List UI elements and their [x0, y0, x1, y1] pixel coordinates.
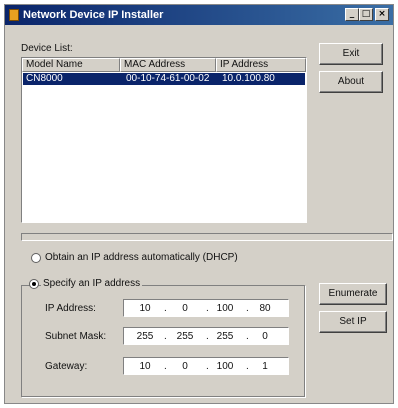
- radio-selected-dot: [32, 282, 36, 286]
- subnet-octet-4[interactable]: 0: [250, 330, 280, 343]
- device-row[interactable]: CN8000 00-10-74-61-00-02 10.0.100.80: [23, 73, 305, 85]
- close-button[interactable]: ×: [375, 8, 389, 21]
- subnet-octet-3[interactable]: 255: [210, 330, 240, 343]
- progress-bar: [21, 233, 393, 241]
- gateway-octet-3[interactable]: 100: [210, 360, 240, 373]
- device-list[interactable]: Model Name MAC Address IP Address CN8000…: [21, 57, 307, 223]
- ip-separator: .: [164, 361, 167, 372]
- device-ip: 10.0.100.80: [222, 73, 275, 84]
- ip-octet-3[interactable]: 100: [210, 302, 240, 315]
- column-model-name[interactable]: Model Name: [22, 58, 120, 72]
- ip-separator: .: [164, 303, 167, 314]
- ip-separator: .: [206, 331, 209, 342]
- device-list-label: Device List:: [21, 43, 73, 54]
- gateway-octet-4[interactable]: 1: [250, 360, 280, 373]
- device-mac: 00-10-74-61-00-02: [126, 73, 210, 84]
- column-mac-address[interactable]: MAC Address: [120, 58, 216, 72]
- dhcp-radio[interactable]: [31, 253, 41, 263]
- gateway-field[interactable]: 10 . 0 . 100 . 1: [123, 357, 289, 375]
- window-title: Network Device IP Installer: [23, 9, 164, 21]
- subnet-octet-1[interactable]: 255: [130, 330, 160, 343]
- device-list-header: Model Name MAC Address IP Address: [22, 58, 306, 72]
- exit-button[interactable]: Exit: [319, 43, 383, 65]
- gateway-octet-2[interactable]: 0: [170, 360, 200, 373]
- ip-separator: .: [246, 331, 249, 342]
- ip-octet-2[interactable]: 0: [170, 302, 200, 315]
- about-button[interactable]: About: [319, 71, 383, 93]
- ip-separator: .: [206, 303, 209, 314]
- dhcp-label[interactable]: Obtain an IP address automatically (DHCP…: [45, 252, 238, 263]
- static-ip-radio[interactable]: [29, 279, 39, 289]
- ip-address-label: IP Address:: [45, 303, 96, 314]
- subnet-mask-field[interactable]: 255 . 255 . 255 . 0: [123, 327, 289, 345]
- ip-octet-1[interactable]: 10: [130, 302, 160, 315]
- ip-separator: .: [246, 361, 249, 372]
- subnet-octet-2[interactable]: 255: [170, 330, 200, 343]
- ip-separator: .: [246, 303, 249, 314]
- ip-octet-4[interactable]: 80: [250, 302, 280, 315]
- set-ip-button[interactable]: Set IP: [319, 311, 387, 333]
- ip-separator: .: [164, 331, 167, 342]
- app-icon: [9, 9, 19, 21]
- minimize-button[interactable]: _: [345, 8, 359, 21]
- installer-window: Network Device IP Installer _ □ × Device…: [4, 4, 394, 404]
- gateway-octet-1[interactable]: 10: [130, 360, 160, 373]
- subnet-mask-label: Subnet Mask:: [45, 331, 107, 342]
- ip-separator: .: [206, 361, 209, 372]
- title-bar[interactable]: Network Device IP Installer _ □ ×: [5, 5, 393, 25]
- column-ip-address[interactable]: IP Address: [216, 58, 306, 72]
- maximize-button[interactable]: □: [359, 8, 373, 21]
- static-ip-label[interactable]: Specify an IP address: [41, 278, 143, 289]
- gateway-label: Gateway:: [45, 361, 88, 372]
- device-model: CN8000: [26, 73, 63, 84]
- ip-address-field[interactable]: 10 . 0 . 100 . 80: [123, 299, 289, 317]
- enumerate-button[interactable]: Enumerate: [319, 283, 387, 305]
